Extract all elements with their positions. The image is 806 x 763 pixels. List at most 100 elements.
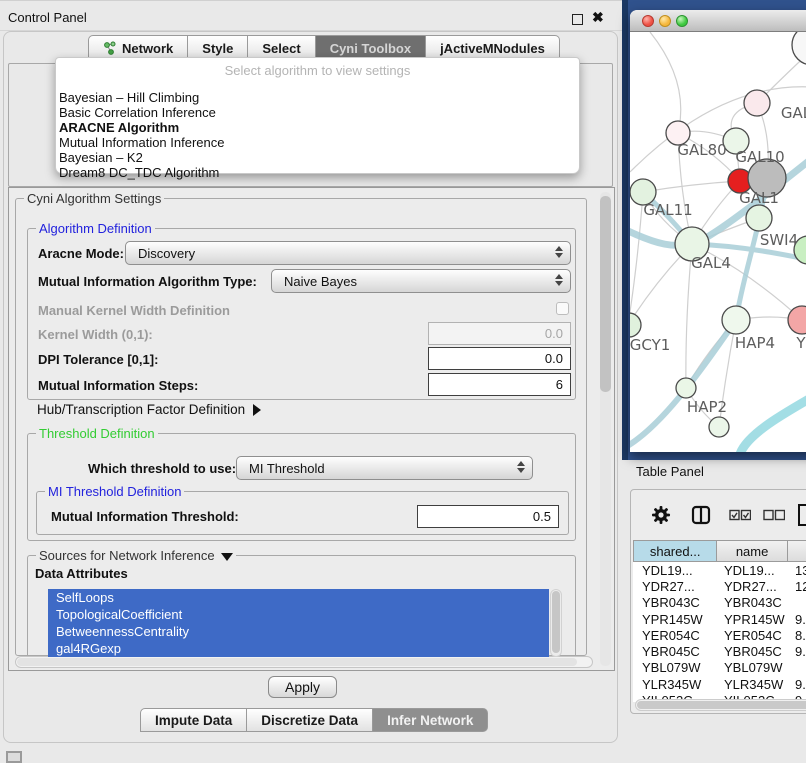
cell-name[interactable]: YDL19...	[719, 563, 791, 578]
apply-button[interactable]: Apply	[268, 676, 337, 698]
zoom-traffic-light-icon[interactable]	[676, 15, 688, 27]
import-table-file-icon[interactable]	[797, 504, 806, 526]
cell-shared-name[interactable]: YLR345W	[633, 677, 719, 692]
table-row[interactable]: YDL19... YDL19... 13	[633, 562, 806, 578]
cell-name[interactable]: YBL079W	[719, 660, 791, 675]
minimize-traffic-light-icon[interactable]	[659, 15, 671, 27]
hub-definition-expander[interactable]: Hub/Transcription Factor Definition	[37, 402, 261, 417]
attribute-item[interactable]: BetweennessCentrality	[48, 623, 549, 640]
table-header-row: shared... name	[633, 540, 806, 562]
network-canvas[interactable]: GAL80 GAL10 GAL1 GAL11 GAL4 SWI4 GCY1 HA…	[630, 32, 806, 452]
kernel-width-input[interactable]: 0.0	[428, 322, 571, 345]
table-row[interactable]: YER054C YER054C 8.	[633, 627, 806, 643]
table-row[interactable]: YBR045C YBR045C 9.	[633, 643, 806, 659]
input-value: 6	[556, 377, 563, 392]
minimized-panel-icon[interactable]	[6, 751, 22, 763]
table-panel: shared... name YDL19... YDL19... 13 YDR2…	[630, 489, 806, 714]
column-header-shared-name[interactable]: shared...	[633, 540, 717, 562]
mi-algorithm-type-select[interactable]: Naive Bayes	[271, 269, 571, 293]
manual-kernel-checkbox[interactable]	[556, 302, 569, 315]
mi-steps-label: Mutual Information Steps:	[38, 378, 198, 393]
table-horizontal-scrollbar[interactable]	[635, 699, 806, 711]
which-threshold-select[interactable]: MI Threshold	[236, 456, 533, 480]
show-columns-icon[interactable]	[691, 505, 711, 525]
close-traffic-light-icon[interactable]	[642, 15, 654, 27]
cell-value[interactable]: 12	[791, 579, 806, 594]
cell-value[interactable]: 13	[791, 563, 806, 578]
attribute-item[interactable]: gal4RGexp	[48, 640, 549, 657]
cell-value[interactable]: 9.	[791, 677, 806, 692]
node-top-right[interactable]	[792, 32, 806, 65]
column-header-partial[interactable]	[788, 540, 806, 562]
cell-name[interactable]: YDR27...	[719, 579, 791, 594]
select-all-columns-icon[interactable]	[729, 509, 751, 521]
cell-shared-name[interactable]: YDL19...	[633, 563, 719, 578]
table-row[interactable]: YBR043C YBR043C	[633, 595, 806, 611]
cell-name[interactable]: YPR145W	[719, 612, 791, 627]
cell-shared-name[interactable]: YBR043C	[633, 595, 719, 610]
node-gcy1[interactable]	[630, 313, 641, 337]
scrollbar-thumb[interactable]	[600, 196, 611, 392]
dropdown-item[interactable]: Dream8 DC_TDC Algorithm	[56, 165, 579, 180]
group-title: Cyni Algorithm Settings	[24, 191, 164, 206]
tab-discretize-data[interactable]: Discretize Data	[247, 708, 373, 732]
cell-shared-name[interactable]: YDR27...	[633, 579, 719, 594]
cell-name[interactable]: YBR043C	[719, 595, 791, 610]
cell-shared-name[interactable]: YPR145W	[633, 612, 719, 627]
settings-vertical-scrollbar[interactable]	[600, 192, 611, 666]
settings-horizontal-scrollbar[interactable]	[15, 656, 593, 668]
table-row[interactable]: YLR345W YLR345W 9.	[633, 676, 806, 692]
table-row[interactable]: YBL079W YBL079W	[633, 660, 806, 676]
cell-value[interactable]: 9.	[791, 612, 806, 627]
close-icon[interactable]: ✖	[592, 9, 604, 26]
dropdown-list: Bayesian – Hill Climbing Basic Correlati…	[56, 90, 579, 180]
sources-title[interactable]: Sources for Network Inference	[36, 548, 236, 563]
dpi-tolerance-input[interactable]: 0.0	[428, 347, 571, 370]
tab-infer-network[interactable]: Infer Network	[373, 708, 488, 732]
cell-name[interactable]: YLR345W	[719, 677, 791, 692]
mi-threshold-input[interactable]: 0.5	[417, 505, 559, 528]
attributes-scrollbar[interactable]	[550, 589, 562, 657]
apply-label: Apply	[285, 679, 320, 695]
cell-shared-name[interactable]: YBL079W	[633, 660, 719, 675]
dropdown-item-selected[interactable]: ARACNE Algorithm	[56, 120, 579, 135]
scrollbar-thumb[interactable]	[552, 591, 560, 653]
node-swi4[interactable]	[746, 205, 772, 231]
dropdown-item[interactable]: Bayesian – K2	[56, 150, 579, 165]
node-hap4[interactable]	[722, 306, 750, 334]
cell-name[interactable]: YBR045C	[719, 644, 791, 659]
cell-shared-name[interactable]: YBR045C	[633, 644, 719, 659]
cell-name[interactable]: YER054C	[719, 628, 791, 643]
mi-steps-input[interactable]: 6	[428, 373, 571, 396]
dropdown-item[interactable]: Mutual Information Inference	[56, 135, 579, 150]
attribute-item[interactable]: SelfLoops	[48, 589, 549, 606]
tab-impute-data[interactable]: Impute Data	[140, 708, 247, 732]
cell-shared-name[interactable]: YER054C	[633, 628, 719, 643]
node-pink-top[interactable]	[744, 90, 770, 116]
scrollbar-thumb[interactable]	[637, 701, 806, 709]
aracne-mode-select[interactable]: Discovery	[125, 241, 571, 265]
dropdown-item[interactable]: Bayesian – Hill Climbing	[56, 90, 579, 105]
network-window-titlebar[interactable]	[630, 10, 806, 32]
settings-gear-icon[interactable]	[651, 505, 671, 525]
scrollbar-thumb[interactable]	[17, 658, 577, 666]
dropdown-item[interactable]: Basic Correlation Inference	[56, 105, 579, 120]
node-hap2[interactable]	[676, 378, 696, 398]
network-view-window[interactable]: GAL80 GAL10 GAL1 GAL11 GAL4 SWI4 GCY1 HA…	[630, 10, 806, 452]
cell-value[interactable]: 8.	[791, 628, 806, 643]
table-row[interactable]: YDR27... YDR27... 12	[633, 578, 806, 594]
unselect-all-columns-icon[interactable]	[763, 509, 785, 521]
control-panel: Control Panel ✖ Network Style Select Cyn…	[0, 0, 622, 762]
node-bottom[interactable]	[709, 417, 729, 437]
tab-label: jActiveMNodules	[440, 41, 545, 56]
tab-label: Infer Network	[387, 713, 473, 728]
table-row[interactable]: YPR145W YPR145W 9.	[633, 611, 806, 627]
tab-label: Select	[262, 41, 300, 56]
attribute-item[interactable]: TopologicalCoefficient	[48, 606, 549, 623]
cell-value[interactable]: 9.	[791, 644, 806, 659]
node-table: shared... name YDL19... YDL19... 13 YDR2…	[633, 540, 806, 702]
float-window-icon[interactable]	[572, 14, 583, 25]
column-header-name[interactable]: name	[717, 540, 788, 562]
stepper-arrows-icon	[517, 461, 525, 473]
tab-label: Impute Data	[155, 713, 232, 728]
